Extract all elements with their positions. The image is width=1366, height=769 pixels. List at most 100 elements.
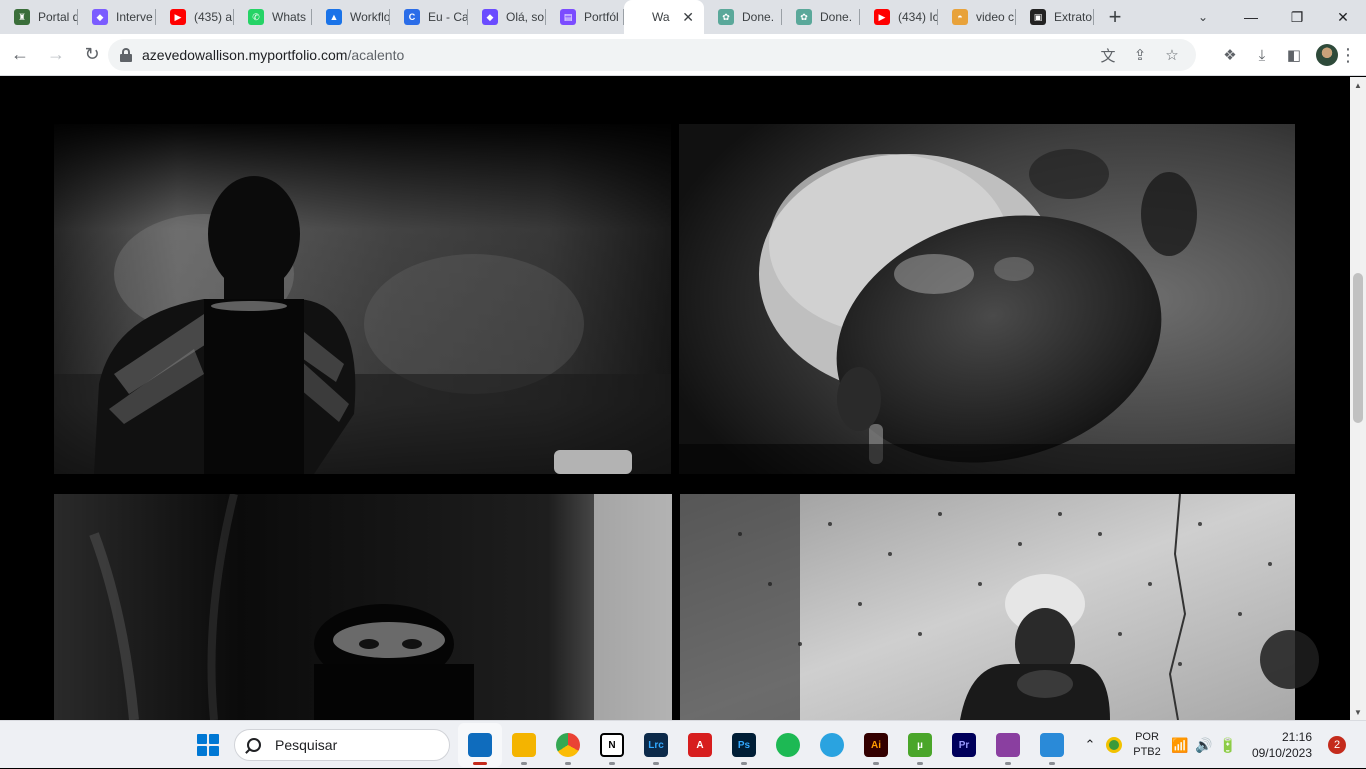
back-button[interactable]: ← — [4, 39, 36, 71]
forward-button[interactable]: → — [40, 39, 72, 71]
browser-tab[interactable]: ◆ Olá, so — [468, 0, 546, 34]
browser-tab[interactable]: ▲ Workflo — [312, 0, 390, 34]
telegram-icon — [820, 733, 844, 757]
minimize-button[interactable]: — — [1228, 0, 1274, 34]
taskbar-app-acrobat[interactable]: A — [678, 723, 722, 767]
taskbar-search-box[interactable]: Pesquisar — [234, 729, 450, 761]
volume-icon[interactable]: 🔊 — [1192, 733, 1216, 757]
lightroom-classic-icon: Lrc — [644, 733, 668, 757]
browser-tab[interactable]: ◓ video c — [938, 0, 1016, 34]
photo-glitter-face[interactable] — [679, 124, 1295, 474]
chrome-icon — [556, 733, 580, 757]
close-tab-icon[interactable]: ✕ — [682, 9, 694, 26]
taskbar-app-premiere[interactable]: Pr — [942, 723, 986, 767]
scroll-up-arrow-icon[interactable]: ▲ — [1350, 77, 1366, 93]
browser-tab[interactable]: ▣ Extrato — [1016, 0, 1094, 34]
tab-title: Portal d — [38, 10, 78, 24]
browser-tab[interactable]: ▤ Portfól — [546, 0, 624, 34]
tab-favicon-icon: ▣ — [1030, 9, 1046, 25]
taskbar-app-photoshop[interactable]: Ps — [722, 723, 766, 767]
tab-favicon-icon: ▶ — [874, 9, 890, 25]
taskbar-app-photos[interactable] — [1030, 723, 1074, 767]
browser-tab[interactable]: ◆ Interve — [78, 0, 156, 34]
tab-title: Extrato — [1054, 10, 1093, 24]
system-tray: ⌃ POR PTB2 📶 🔊 🔋 21:16 09/10/2023 2 — [1078, 721, 1366, 769]
browser-tab[interactable]: ♜ Portal d — [0, 0, 78, 34]
taskbar-app-chrome[interactable] — [546, 723, 590, 767]
clock-time: 21:16 — [1281, 730, 1312, 744]
taskbar-app-lightroom-classic[interactable]: Lrc — [634, 723, 678, 767]
taskbar-app-microsoft-store[interactable] — [458, 723, 502, 767]
wifi-icon[interactable]: 📶 — [1168, 733, 1192, 757]
tab-search-icon[interactable]: ⌄ — [1188, 0, 1218, 34]
notion-icon: N — [600, 733, 624, 757]
reload-button[interactable]: ↻ — [76, 39, 108, 71]
start-button[interactable] — [188, 725, 228, 765]
tray-app-icon[interactable] — [1102, 733, 1126, 757]
running-indicator — [873, 762, 879, 765]
running-indicator — [917, 762, 923, 765]
taskbar-app-telegram[interactable] — [810, 723, 854, 767]
winrar-icon — [996, 733, 1020, 757]
translate-icon[interactable]: 文 — [1092, 39, 1124, 71]
taskbar-app-winrar[interactable] — [986, 723, 1030, 767]
page-scrollbar[interactable]: ▲ ▼ — [1350, 77, 1366, 720]
scrollbar-thumb[interactable] — [1353, 273, 1363, 423]
floating-scroll-button[interactable] — [1260, 630, 1319, 689]
browser-tab[interactable]: ✿ Done. — [782, 0, 860, 34]
extensions-puzzle-icon[interactable]: ❖ — [1214, 39, 1246, 71]
taskbar-app-notion[interactable]: N — [590, 723, 634, 767]
taskbar-app-utorrent[interactable]: µ — [898, 723, 942, 767]
running-indicator — [741, 762, 747, 765]
running-indicator — [1005, 762, 1011, 765]
restore-button[interactable]: ❐ — [1274, 0, 1320, 34]
new-tab-button[interactable]: + — [1098, 0, 1132, 34]
photo-winged-figure[interactable] — [54, 124, 671, 474]
tab-favicon-icon: ◆ — [482, 9, 498, 25]
tab-favicon-icon: ▲ — [326, 9, 342, 25]
battery-icon[interactable]: 🔋 — [1216, 733, 1240, 757]
windows-taskbar: Pesquisar N Lrc A Ps Ai µ Pr ⌃ POR PTB2 📶 🔊 🔋 … — [0, 720, 1366, 768]
language-indicator[interactable]: POR PTB2 — [1126, 730, 1168, 760]
show-hidden-icons-chevron-icon[interactable]: ⌃ — [1078, 737, 1102, 753]
tab-title: Workflo — [350, 10, 390, 24]
taskbar-app-file-explorer[interactable] — [502, 723, 546, 767]
address-bar[interactable]: azevedowallison.myportfolio.com/acalento… — [108, 39, 1196, 71]
taskbar-app-spotify[interactable] — [766, 723, 810, 767]
url-text[interactable]: azevedowallison.myportfolio.com/acalento — [142, 47, 404, 63]
close-window-button[interactable]: ✕ — [1320, 0, 1366, 34]
browser-tab[interactable]: C Eu - Ca — [390, 0, 468, 34]
photo-hooded-eyes[interactable] — [54, 494, 672, 720]
download-icon[interactable]: ⤓ — [1246, 39, 1278, 71]
tab-favicon-icon: C — [404, 9, 420, 25]
browser-tab[interactable]: ✆ Whats — [234, 0, 312, 34]
share-icon[interactable]: ⇪ — [1124, 39, 1156, 71]
file-explorer-icon — [512, 733, 536, 757]
premiere-icon: Pr — [952, 733, 976, 757]
browser-menu-icon[interactable]: ⋮ — [1332, 39, 1364, 71]
browser-tab[interactable]: Wa ✕ — [624, 0, 704, 34]
running-indicator — [1049, 762, 1055, 765]
browser-tab[interactable]: ▶ (434) Ic — [860, 0, 938, 34]
clock[interactable]: 21:16 09/10/2023 — [1240, 729, 1312, 761]
taskbar-app-illustrator[interactable]: Ai — [854, 723, 898, 767]
photoshop-icon: Ps — [732, 733, 756, 757]
photo-seated-person[interactable] — [680, 494, 1295, 720]
microsoft-store-icon — [468, 733, 492, 757]
tab-title: (434) Ic — [898, 10, 938, 24]
photos-icon — [1040, 733, 1064, 757]
tab-title: (435) a — [194, 10, 233, 24]
browser-tab[interactable]: ✿ Done. — [704, 0, 782, 34]
bookmark-star-icon[interactable]: ☆ — [1156, 39, 1188, 71]
tab-title: Whats — [272, 10, 307, 24]
notification-badge[interactable]: 2 — [1328, 736, 1346, 754]
tab-favicon-icon: ✿ — [718, 9, 734, 25]
scroll-down-arrow-icon[interactable]: ▼ — [1350, 704, 1366, 720]
side-panel-icon[interactable]: ◧ — [1278, 39, 1310, 71]
tab-title: Interve — [116, 10, 153, 24]
taskbar-search-placeholder: Pesquisar — [275, 737, 338, 753]
running-indicator — [521, 762, 527, 765]
tab-title: Done. — [820, 10, 853, 24]
browser-tab[interactable]: ▶ (435) a — [156, 0, 234, 34]
lock-icon[interactable] — [120, 48, 132, 62]
